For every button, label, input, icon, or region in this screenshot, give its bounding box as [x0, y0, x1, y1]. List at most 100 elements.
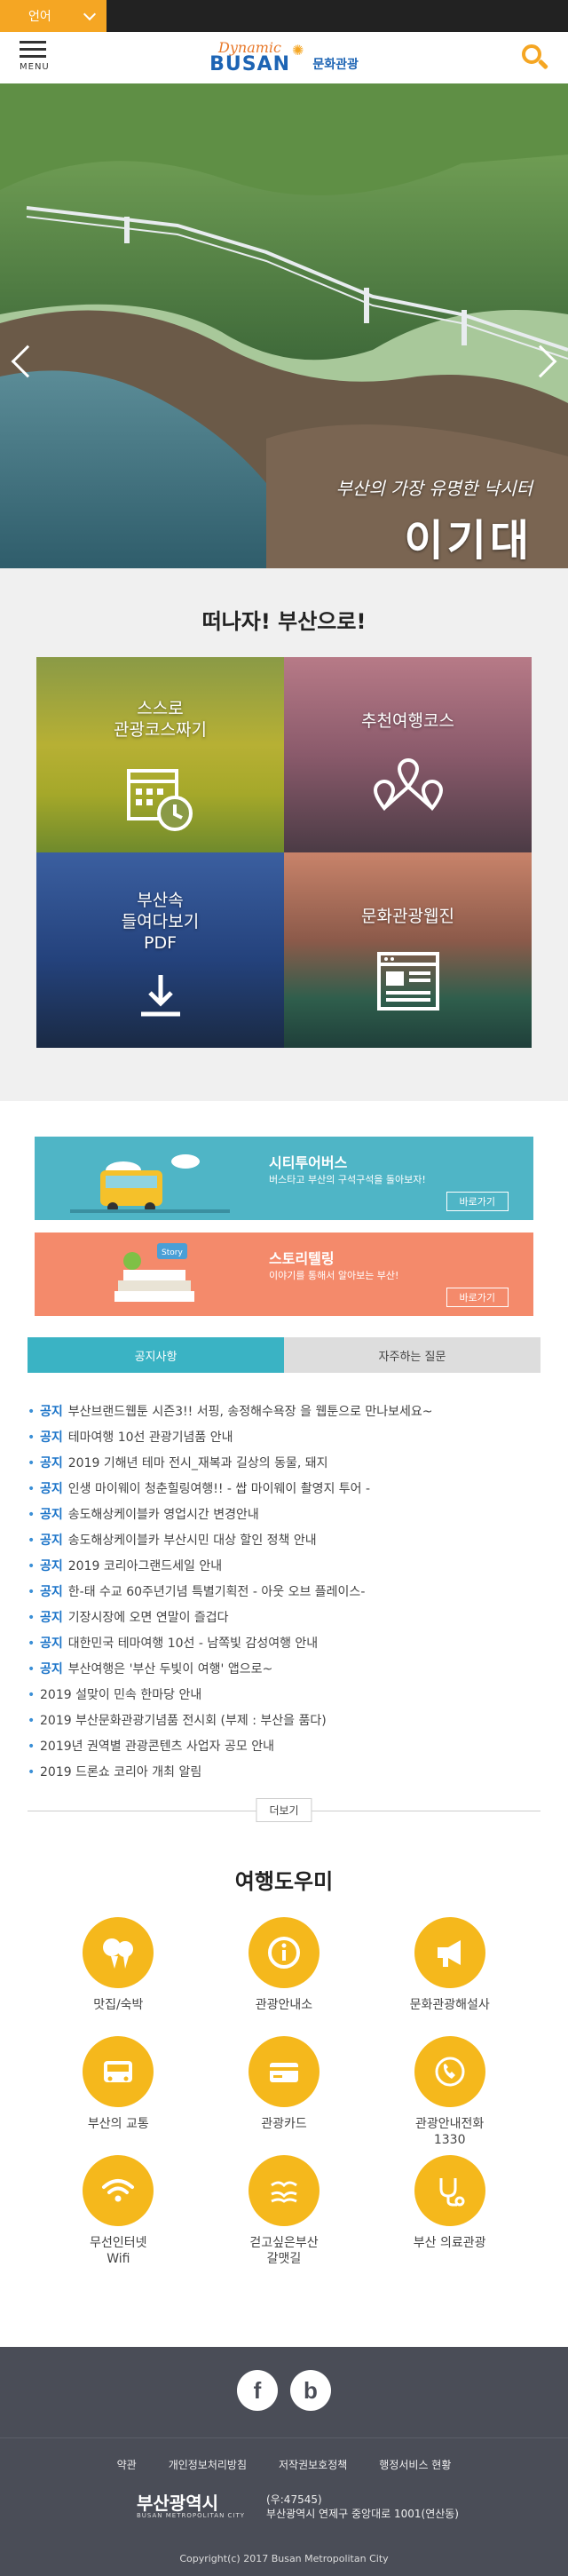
banner-city-tour[interactable]: 시티투어버스 버스타고 부산의 구석구석을 돌아보자! 바로가기 [35, 1137, 533, 1220]
tile-self-course[interactable]: 스스로 관광코스짜기 [36, 657, 284, 852]
city-address: (우:47545) 부산광역시 연제구 중앙대로 1001(연산동) [266, 2493, 459, 2521]
helper-label: 걷고싶은부산 갈맷길 [249, 2236, 319, 2266]
tile-label: 문화관광웹진 [361, 907, 454, 926]
tile-webzine[interactable]: 문화관광웹진 [284, 852, 532, 1048]
notice-item[interactable]: 공지 부산여행은 '부산 두빛이 여행' 앱으로~ [28, 1657, 540, 1683]
helper-item-guide[interactable]: 문화관광해설사 [367, 1917, 532, 2024]
notice-item[interactable]: 공지 2019 코리아그랜드세일 안내 [28, 1554, 540, 1580]
helper-item-phone[interactable]: 관광안내전화 1330 [367, 2036, 532, 2147]
street-address: 부산광역시 연제구 중앙대로 1001(연산동) [266, 2508, 459, 2520]
notice-tag: 공지 [40, 1611, 63, 1625]
notice-item[interactable]: 공지 송도해상케이블카 영업시간 변경안내 [28, 1502, 540, 1528]
helper-label: 문화관광해설사 [409, 1998, 490, 2012]
helper-label: 부산 의료관광 [413, 2236, 486, 2250]
info-icon [248, 1917, 320, 1988]
hero-subtitle: 부산의 가장 유명한 낙시터 [335, 478, 532, 499]
site-logo[interactable]: Dynamic BUSAN ✺ 문화관광 [209, 41, 359, 75]
notice-text: 2019년 권역별 관광콘텐츠 사업자 공모 안내 [40, 1740, 274, 1754]
banner-description: 버스타고 부산의 구석구석을 돌아보자! [269, 1174, 426, 1185]
banner-link-button[interactable]: 바로가기 [446, 1288, 509, 1307]
tile-busan-pdf[interactable]: 부산속 들여다보기 PDF [36, 852, 284, 1048]
notice-tag: 공지 [40, 1534, 63, 1548]
notice-item[interactable]: 공지 송도해상케이블카 부산시민 대상 할인 정책 안내 [28, 1528, 540, 1554]
helper-item-info-center[interactable]: 관광안내소 [201, 1917, 367, 2024]
language-bar: 언어 [0, 0, 568, 32]
helper-item-card[interactable]: 관광카드 [201, 2036, 367, 2143]
notice-item[interactable]: 2019 설맞이 민속 한마당 안내 [28, 1683, 540, 1708]
letsgo-section: 떠나자! 부산으로! 스스로 관광코스짜기 추천여행코스 부산속 들여다보기 P… [0, 568, 568, 1101]
city-logo: 부산광역시 BUSAN METROPOLITAN CITY [137, 2494, 245, 2519]
notice-text: 2019 부산문화관광기념품 전시회 (부제 : 부산을 품다) [40, 1714, 327, 1728]
notice-text: 2019 설맞이 민속 한마당 안내 [40, 1688, 202, 1702]
notice-text: 기장시장에 오면 연말이 즐겁다 [67, 1611, 229, 1625]
notice-item[interactable]: 공지 2019 기해년 테마 전시_재복과 길상의 동물, 돼지 [28, 1451, 540, 1477]
bus-icon [83, 2036, 154, 2107]
site-header: MENU Dynamic BUSAN ✺ 문화관광 [0, 32, 568, 83]
notice-item[interactable]: 공지 기장시장에 오면 연말이 즐겁다 [28, 1605, 540, 1631]
svg-text:Story: Story [162, 1248, 183, 1257]
notice-item[interactable]: 2019년 권역별 관광콘텐츠 사업자 공모 안내 [28, 1734, 540, 1760]
banner-link-button[interactable]: 바로가기 [446, 1192, 509, 1211]
banner-storytelling[interactable]: Story 스토리텔링 이야기를 통해서 알아보는 부산! 바로가기 [35, 1233, 533, 1316]
notice-item[interactable]: 공지 인생 마이웨이 청춘힐링여행!! - 쌉 마이웨이 촬영지 투어 - [28, 1477, 540, 1502]
banner-title: 스토리텔링 [269, 1250, 335, 1267]
menu-button[interactable]: MENU [20, 41, 55, 76]
hero-slider: 부산의 가장 유명한 낙시터 이기대 [0, 83, 568, 568]
notice-item[interactable]: 공지 부산브랜드웹툰 시즌3!! 서핑, 송정해수욕장 을 웹툰으로 만나보세요~ [28, 1399, 540, 1425]
tab-notice[interactable]: 공지사항 [28, 1337, 284, 1373]
footer-link-admin[interactable]: 행정서비스 현황 [379, 2457, 451, 2472]
notice-item[interactable]: 2019 드론쇼 코리아 개최 알림 [28, 1760, 540, 1786]
footer-city-info: 부산광역시 BUSAN METROPOLITAN CITY (우:47545) … [137, 2493, 459, 2521]
language-selector[interactable]: 언어 [0, 0, 106, 32]
footer-link-copyright[interactable]: 저작권보호정책 [279, 2457, 347, 2472]
notice-item[interactable]: 공지 테마여행 10선 관광기념품 안내 [28, 1425, 540, 1451]
banner-description: 이야기를 통해서 알아보는 부산! [269, 1270, 399, 1281]
helper-label: 맛집/숙박 [93, 1998, 144, 2012]
notice-item[interactable]: 2019 부산문화관광기념품 전시회 (부제 : 부산을 품다) [28, 1708, 540, 1734]
helper-item-transport[interactable]: 부산의 교통 [36, 2036, 201, 2143]
notice-item[interactable]: 공지 한-태 수교 60주년기념 특별기획전 - 아웃 오브 플레이스- [28, 1580, 540, 1605]
site-footer: f b 약관 개인정보처리방침 저작권보호정책 행정서비스 현황 부산광역시 B… [0, 2347, 568, 2576]
hamburger-icon [20, 41, 55, 58]
menu-label: MENU [20, 62, 50, 72]
footer-link-terms[interactable]: 약관 [117, 2457, 137, 2472]
wifi-icon [83, 2155, 154, 2226]
footer-link-privacy[interactable]: 개인정보처리방침 [169, 2457, 247, 2472]
helper-item-galmaetgil[interactable]: 걷고싶은부산 갈맷길 [201, 2155, 367, 2266]
more-button[interactable]: 더보기 [256, 1798, 312, 1822]
city-name-en: BUSAN METROPOLITAN CITY [137, 2512, 246, 2519]
hero-title: 이기대 [404, 516, 532, 566]
helper-item-wifi[interactable]: 무선인터넷 Wifi [36, 2155, 201, 2266]
more-row: 더보기 [28, 1798, 540, 1825]
food-icon [83, 1917, 154, 1988]
helper-label: 관광안내소 [255, 1998, 313, 2012]
notice-text: 2019 드론쇼 코리아 개최 알림 [40, 1765, 202, 1779]
webzine-icon [375, 950, 441, 1016]
search-button[interactable] [520, 43, 550, 73]
banner-title: 시티투어버스 [269, 1154, 348, 1171]
notice-text: 인생 마이웨이 청춘힐링여행!! - 쌉 마이웨이 촬영지 투어 - [67, 1482, 371, 1496]
notice-tag: 공지 [40, 1662, 63, 1676]
notice-text: 2019 기해년 테마 전시_재복과 길상의 동물, 돼지 [67, 1456, 328, 1470]
notice-tag: 공지 [40, 1637, 63, 1651]
tab-faq[interactable]: 자주하는 질문 [284, 1337, 540, 1373]
helper-label: 부산의 교통 [87, 2117, 149, 2131]
blog-icon[interactable]: b [290, 2370, 331, 2411]
helper-title: 여행도우미 [234, 1869, 334, 1894]
tile-label: 추천여행코스 [361, 711, 454, 731]
phone-icon [414, 2036, 485, 2107]
card-icon [248, 2036, 320, 2107]
notice-tag: 공지 [40, 1431, 63, 1445]
notice-tabs: 공지사항 자주하는 질문 [28, 1337, 540, 1373]
facebook-icon[interactable]: f [237, 2370, 278, 2411]
helper-item-medical[interactable]: 부산 의료관광 [367, 2155, 532, 2262]
notice-tag: 공지 [40, 1456, 63, 1470]
tile-recommended-course[interactable]: 추천여행코스 [284, 657, 532, 852]
helper-item-food[interactable]: 맛집/숙박 [36, 1917, 201, 2024]
notice-item[interactable]: 공지 대한민국 테마여행 10선 - 남쪽빛 감성여행 안내 [28, 1631, 540, 1657]
megaphone-icon [414, 1917, 485, 1988]
banner-section: 시티투어버스 버스타고 부산의 구석구석을 돌아보자! 바로가기 Story 스… [0, 1101, 568, 1316]
notice-tag: 공지 [40, 1508, 63, 1522]
language-label: 언어 [28, 10, 51, 24]
social-links: f b [237, 2370, 331, 2411]
